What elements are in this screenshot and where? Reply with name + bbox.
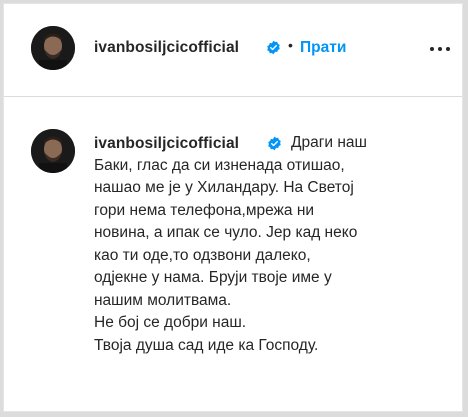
avatar-photo (31, 129, 75, 173)
separator-dot: • (288, 37, 293, 53)
more-options-icon[interactable] (428, 42, 452, 56)
follow-button[interactable]: Прати (300, 39, 346, 57)
profile-avatar[interactable] (31, 26, 75, 70)
caption-line: Твоја душа сад иде ка Господу. (94, 336, 319, 354)
caption-avatar[interactable] (31, 129, 75, 173)
post-header: ivanbosiljcicofficial • Прати (4, 4, 462, 97)
post-window: ivanbosiljcicofficial • Прати ivanbosilj… (3, 3, 463, 412)
caption-line: као ти оде,то одзвони далеко, (94, 246, 311, 264)
caption-line: Не бој се добри наш. (94, 314, 247, 331)
caption-line: нашао ме је у Хиландару. На Светој (94, 179, 354, 196)
caption-line: Баки, глас да си изненада отишао, (94, 156, 345, 174)
caption-line: новина, а ипак се чуло. Јер кад неко (94, 224, 358, 241)
caption-line: нашим молитвама. (94, 291, 232, 309)
caption-text: Драги наш Баки, глас да си изненада отиш… (94, 132, 434, 357)
caption-line: Драги наш (291, 134, 367, 151)
verified-badge-icon (267, 40, 280, 55)
caption-line: гори нема телефона,мрежа ни (94, 201, 315, 219)
avatar-photo (31, 26, 75, 70)
caption-line: одјекне у нама. Бруји твоје име у (94, 269, 332, 286)
profile-username[interactable]: ivanbosiljcicofficial (94, 39, 239, 57)
